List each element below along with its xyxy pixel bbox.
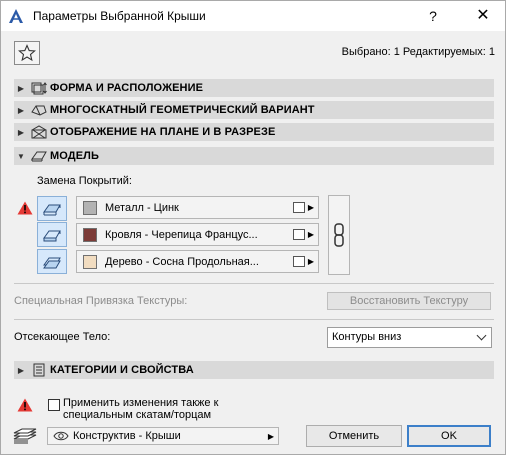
material-name: Кровля - Черепица Францус... xyxy=(105,228,258,241)
top-material-picker[interactable]: Металл - Цинк ▶ xyxy=(76,196,319,219)
surface-override-label: Замена Покрытий: xyxy=(37,175,132,187)
roof-settings-dialog: Параметры Выбранной Крыши ? ✕ Выбрано: 1… xyxy=(0,0,506,455)
shape-position-icon xyxy=(28,80,50,96)
eye-icon xyxy=(53,431,69,441)
material-preview-icon xyxy=(292,229,305,240)
close-button[interactable]: ✕ xyxy=(471,6,495,26)
help-button[interactable]: ? xyxy=(423,6,443,26)
material-swatch xyxy=(83,200,97,215)
title-bar: Параметры Выбранной Крыши ? ✕ xyxy=(1,1,505,31)
side-surface-icon[interactable] xyxy=(37,222,67,247)
archicad-icon xyxy=(9,9,23,23)
trim-body-select[interactable]: Контуры вниз xyxy=(327,327,492,348)
material-swatch xyxy=(83,227,97,242)
texture-alignment-label: Специальная Привязка Текстуры: xyxy=(14,295,188,307)
model-icon xyxy=(28,148,50,164)
expand-arrow-icon: ▶ xyxy=(17,83,25,93)
favorites-button[interactable] xyxy=(14,41,40,65)
apply-checkbox-label-line2: специальным скатам/торцам xyxy=(63,409,212,421)
arrow-right-icon: ▶ xyxy=(307,203,314,212)
arrow-right-icon: ▶ xyxy=(307,257,314,266)
window-title: Параметры Выбранной Крыши xyxy=(33,9,206,23)
top-surface-icon[interactable] xyxy=(37,196,67,221)
section-multiplane-geometry[interactable]: ▶ МНОГОСКАТНЫЙ ГЕОМЕТРИЧЕСКИЙ ВАРИАНТ xyxy=(14,101,494,119)
selection-info: Выбрано: 1 Редактируемых: 1 xyxy=(341,46,495,58)
section-label: ФОРМА И РАСПОЛОЖЕНИЕ xyxy=(50,82,204,94)
section-label: КАТЕГОРИИ И СВОЙСТВА xyxy=(50,364,194,376)
properties-list-icon xyxy=(28,362,50,378)
section-label: МОДЕЛЬ xyxy=(50,150,99,162)
ok-button[interactable]: OK xyxy=(407,425,491,447)
cancel-button[interactable]: Отменить xyxy=(306,425,402,447)
layer-name: Конструктив - Крыши xyxy=(73,430,181,442)
layers-icon xyxy=(13,428,37,444)
material-preview-icon xyxy=(292,202,305,213)
material-preview-icon xyxy=(292,256,305,267)
warning-icon xyxy=(17,398,33,412)
chevron-down-icon xyxy=(476,330,487,341)
material-swatch xyxy=(83,254,97,269)
bottom-material-picker[interactable]: Дерево - Сосна Продольная... ▶ xyxy=(76,250,319,273)
section-model[interactable]: ▼ МОДЕЛЬ xyxy=(14,147,494,165)
material-name: Дерево - Сосна Продольная... xyxy=(105,255,259,268)
section-categories-properties[interactable]: ▶ КАТЕГОРИИ И СВОЙСТВА xyxy=(14,361,494,379)
arrow-right-icon: ▶ xyxy=(307,230,314,239)
material-name: Металл - Цинк xyxy=(105,201,179,214)
section-shape-position[interactable]: ▶ ФОРМА И РАСПОЛОЖЕНИЕ xyxy=(14,79,494,97)
divider xyxy=(14,283,494,284)
roof-geometry-icon xyxy=(28,102,50,118)
apply-to-custom-sides-checkbox[interactable] xyxy=(48,399,60,411)
arrow-right-icon: ▶ xyxy=(267,431,274,441)
link-materials-button[interactable] xyxy=(328,195,350,275)
plan-section-icon xyxy=(28,124,50,140)
collapse-arrow-icon: ▼ xyxy=(17,151,25,161)
chain-link-icon xyxy=(334,223,344,247)
apply-checkbox-label-line1: Применить изменения также к xyxy=(63,397,219,409)
layer-selector[interactable]: Конструктив - Крыши ▶ xyxy=(47,427,279,445)
trim-body-value: Контуры вниз xyxy=(332,331,402,343)
expand-arrow-icon: ▶ xyxy=(17,365,25,375)
expand-arrow-icon: ▶ xyxy=(17,105,25,115)
bottom-surface-icon[interactable] xyxy=(37,249,67,274)
section-label: МНОГОСКАТНЫЙ ГЕОМЕТРИЧЕСКИЙ ВАРИАНТ xyxy=(50,104,315,116)
trim-body-label: Отсекающее Тело: xyxy=(14,331,111,343)
star-icon xyxy=(18,44,36,62)
expand-arrow-icon: ▶ xyxy=(17,127,25,137)
section-plan-section-display[interactable]: ▶ ОТОБРАЖЕНИЕ НА ПЛАНЕ И В РАЗРЕЗЕ xyxy=(14,123,494,141)
side-material-picker[interactable]: Кровля - Черепица Францус... ▶ xyxy=(76,223,319,246)
reset-texture-button[interactable]: Восстановить Текстуру xyxy=(327,292,491,310)
divider xyxy=(14,319,494,320)
warning-icon xyxy=(17,201,33,215)
section-label: ОТОБРАЖЕНИЕ НА ПЛАНЕ И В РАЗРЕЗЕ xyxy=(50,126,276,138)
